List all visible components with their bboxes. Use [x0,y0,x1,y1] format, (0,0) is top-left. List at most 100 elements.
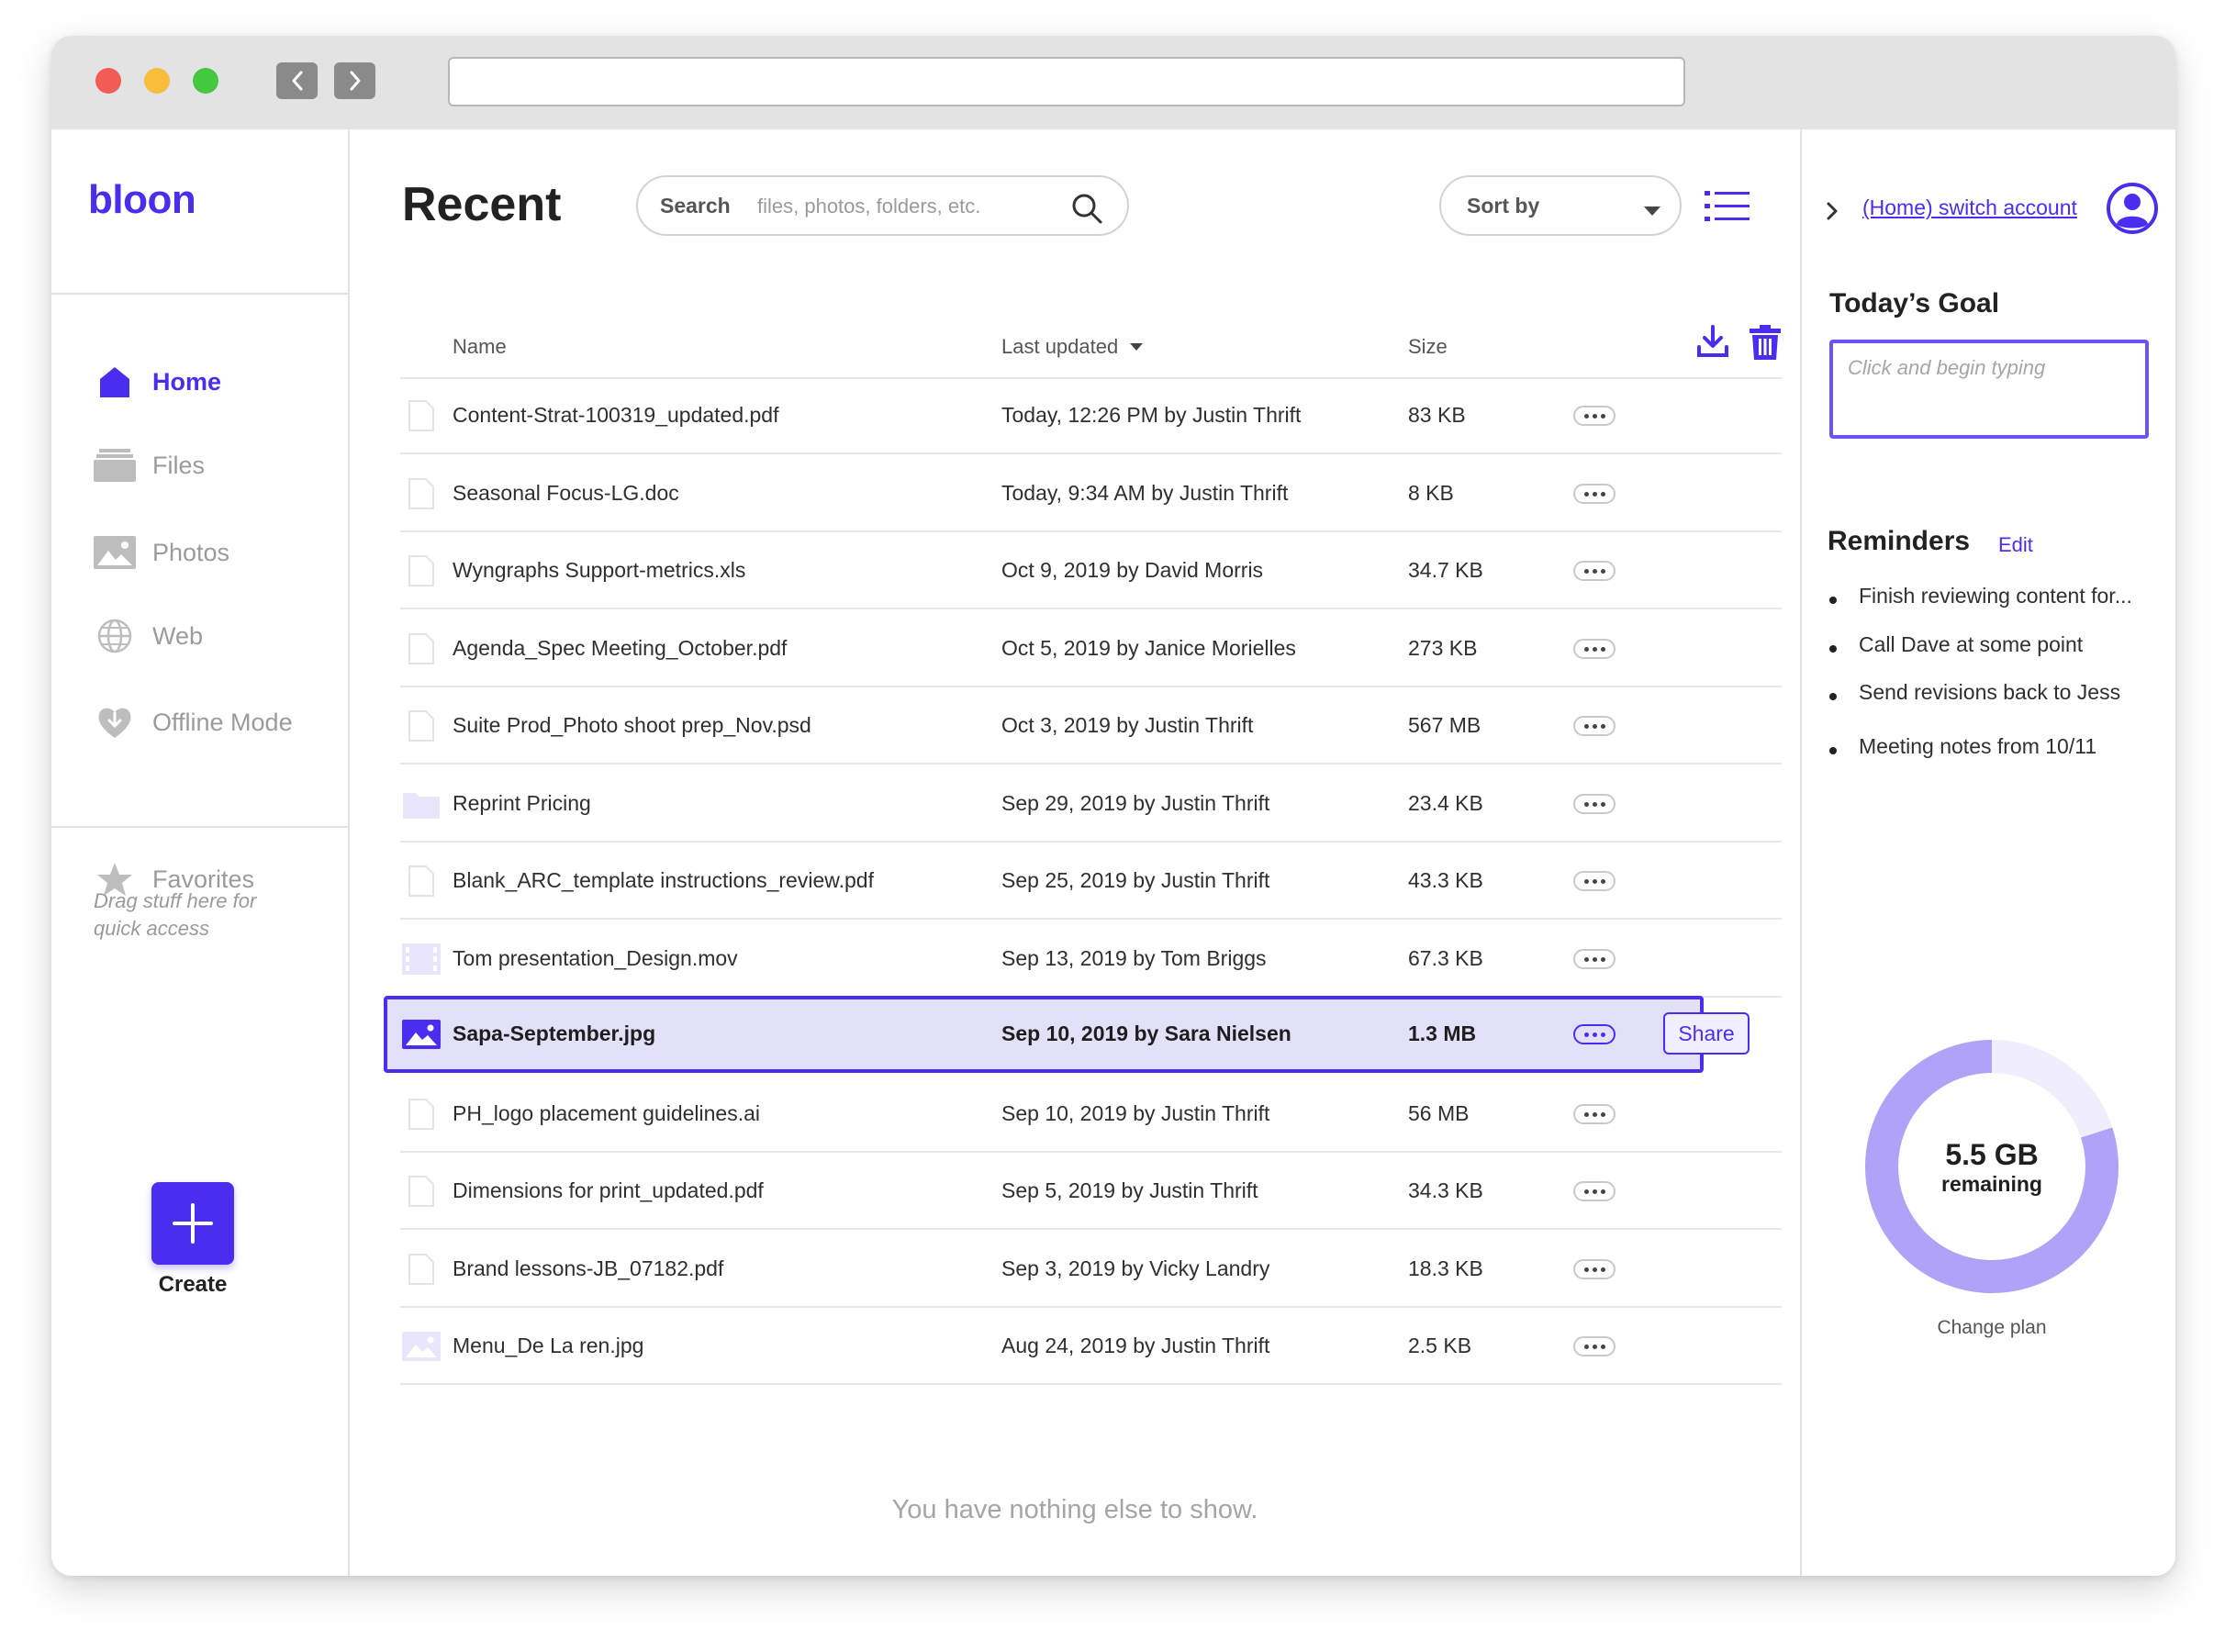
table-row-selected[interactable]: Sapa-September.jpg Sep 10, 2019 by Sara N… [384,996,1750,1073]
file-name: Tom presentation_Design.mov [453,946,738,970]
file-name: Sapa-September.jpg [453,1021,656,1045]
switch-account-link[interactable]: (Home) switch account [1862,195,2077,220]
change-plan-link[interactable]: Change plan [1854,1317,2130,1339]
file-name: Content-Strat-100319_updated.pdf [453,403,779,427]
more-options-button[interactable] [1573,406,1616,426]
reminder-item[interactable]: Finish reviewing content for... [1829,584,2132,608]
app-logo: bloon [88,177,196,222]
search-icon[interactable] [1070,192,1103,229]
create-label: Create [158,1272,228,1297]
trash-icon[interactable] [1750,325,1781,364]
dot [1592,568,1597,574]
column-header-last-updated[interactable]: Last updated [1001,335,1144,359]
dot [1600,878,1605,884]
search-input[interactable] [755,190,1062,223]
table-row[interactable]: Suite Prod_Photo shoot prep_Nov.psd Oct 3… [400,687,1782,765]
share-button[interactable]: Share [1663,1012,1750,1055]
dot [1592,1032,1597,1037]
forward-button[interactable] [334,62,375,99]
sort-desc-icon [1130,343,1144,351]
column-header-size[interactable]: Size [1408,335,1448,359]
table-row[interactable]: Agenda_Spec Meeting_October.pdf Oct 5, 20… [400,610,1782,687]
avatar-icon[interactable] [2106,182,2159,235]
more-options-button[interactable] [1573,561,1616,581]
list-view-icon[interactable] [1705,189,1750,227]
more-options-button[interactable] [1573,1336,1616,1356]
document-icon [400,865,442,898]
more-options-button[interactable] [1573,949,1616,969]
more-options-button[interactable] [1573,1181,1616,1201]
file-last-updated: Today, 9:34 AM by Justin Thrift [1001,481,1289,505]
table-row[interactable]: Blank_ARC_template instructions_review.p… [400,843,1782,920]
dot [1592,723,1597,729]
chevron-right-icon [350,71,360,91]
address-bar[interactable] [448,57,1685,106]
sort-by-dropdown[interactable]: Sort by [1439,175,1682,236]
more-options-button[interactable] [1573,716,1616,736]
back-button[interactable] [276,62,318,99]
create-button[interactable] [151,1182,234,1265]
more-options-button[interactable] [1573,794,1616,814]
reminder-item[interactable]: Send revisions back to Jess [1829,680,2120,705]
more-options-button[interactable] [1573,1024,1616,1044]
table-row[interactable]: Wyngraphs Support-metrics.xls Oct 9, 2019… [400,532,1782,609]
document-icon [400,477,442,510]
sidebar-item-files[interactable]: Files [94,447,205,484]
search-label: Search [660,194,731,218]
reminders-edit-link[interactable]: Edit [1998,533,2033,557]
document-icon [400,1253,442,1286]
close-window-button[interactable] [95,68,121,94]
sidebar-item-label: Offline Mode [152,708,293,736]
dot [1600,491,1605,497]
reminder-item[interactable]: Meeting notes from 10/11 [1829,734,2096,759]
sidebar-item-photos[interactable]: Photos [94,534,229,571]
file-name: Menu_De La ren.jpg [453,1334,644,1357]
chevron-right-icon[interactable] [1826,201,1839,226]
caret-down-icon [1643,205,1661,221]
globe-icon [94,618,136,654]
search-bar[interactable]: Search [636,175,1129,236]
document-icon [400,399,442,432]
sidebar: bloon Home Files Photos Web Offline Mode… [51,129,350,1576]
more-options-button[interactable] [1573,1259,1616,1279]
table-row[interactable]: Dimensions for print_updated.pdf Sep 5, 2… [400,1153,1782,1230]
file-size: 273 KB [1408,636,1478,660]
sidebar-item-label: Home [152,367,222,396]
dot [1592,1189,1597,1194]
dot [1583,878,1589,884]
more-options-button[interactable] [1573,871,1616,891]
table-row[interactable]: Brand lessons-JB_07182.pdf Sep 3, 2019 by… [400,1231,1782,1308]
table-row[interactable]: Reprint Pricing Sep 29, 2019 by Justin Th… [400,765,1782,843]
more-options-button[interactable] [1573,484,1616,504]
file-last-updated: Sep 29, 2019 by Justin Thrift [1001,791,1270,815]
sidebar-item-offline-mode[interactable]: Offline Mode [94,704,293,741]
image-file-icon [400,1330,442,1363]
bullet [1829,746,1837,754]
table-row[interactable]: Seasonal Focus-LG.doc Today, 9:34 AM by J… [400,455,1782,532]
minimize-window-button[interactable] [144,68,170,94]
dot [1592,1267,1597,1272]
file-size: 567 MB [1408,713,1481,737]
column-header-name[interactable]: Name [453,335,507,359]
more-options-button[interactable] [1573,639,1616,659]
table-row[interactable]: Content-Strat-100319_updated.pdf Today, 1… [400,377,1782,454]
reminder-item[interactable]: Call Dave at some point [1829,632,2083,657]
file-size: 34.3 KB [1408,1178,1483,1202]
download-icon[interactable] [1696,325,1729,363]
sidebar-item-home[interactable]: Home [94,363,221,400]
maximize-window-button[interactable] [193,68,218,94]
table-row[interactable]: PH_logo placement guidelines.ai Sep 10, 2… [400,1076,1782,1153]
dot [1600,1032,1605,1037]
storage-remaining-label: remaining [1941,1172,2042,1196]
file-last-updated: Sep 10, 2019 by Justin Thrift [1001,1101,1270,1125]
sidebar-item-web[interactable]: Web [94,618,203,654]
image-file-icon [400,1018,442,1051]
table-row[interactable]: Tom presentation_Design.mov Sep 13, 2019 … [400,921,1782,998]
file-name: Suite Prod_Photo shoot prep_Nov.psd [453,713,811,737]
table-row[interactable]: Menu_De La ren.jpg Aug 24, 2019 by Justin… [400,1308,1782,1385]
todays-goal-input[interactable] [1829,340,2149,439]
file-size: 8 KB [1408,481,1454,505]
favorites-hint: Drag stuff here for quick access [94,889,257,940]
more-options-button[interactable] [1573,1104,1616,1124]
offline-heart-icon [94,704,136,741]
